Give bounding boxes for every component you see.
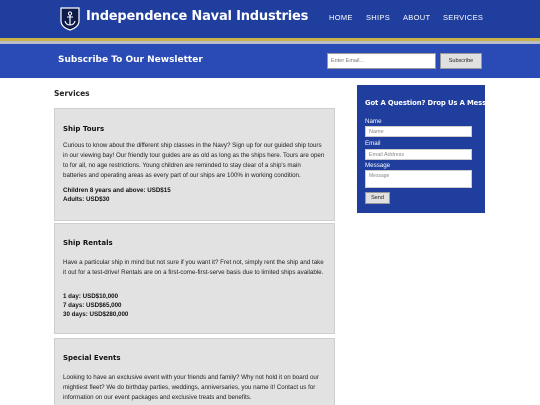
card-description: Looking to have an exclusive event with … xyxy=(63,374,319,401)
card-price: 1 day: USD$10,000 xyxy=(63,293,119,300)
card-title: Special Events xyxy=(63,354,121,362)
send-button[interactable]: Send xyxy=(365,192,390,204)
nav-about[interactable]: ABOUT xyxy=(403,13,430,22)
card-title: Ship Tours xyxy=(63,125,105,133)
subscribe-button[interactable]: Subscribe xyxy=(440,53,482,69)
service-card-special-events: Special Events Looking to have an exclus… xyxy=(54,338,335,405)
service-card-ship-tours: Ship Tours Curious to know about the dif… xyxy=(54,108,335,221)
name-label: Name xyxy=(365,118,382,125)
service-card-ship-rentals: Ship Rentals Have a particular ship in m… xyxy=(54,223,335,334)
anchor-logo-icon[interactable] xyxy=(60,7,80,31)
contact-title: Got A Question? Drop Us A Message! xyxy=(365,99,503,107)
email-field[interactable] xyxy=(365,149,472,160)
nav-home[interactable]: HOME xyxy=(329,13,353,22)
message-field[interactable] xyxy=(365,170,472,188)
nav-services[interactable]: SERVICES xyxy=(443,13,483,22)
nav-ships[interactable]: SHIPS xyxy=(366,13,390,22)
card-description: Have a particular ship in mind but not s… xyxy=(63,259,324,276)
newsletter-title: Subscribe To Our Newsletter xyxy=(58,55,203,65)
card-price: 7 days: USD$65,000 xyxy=(63,302,122,309)
message-label: Message xyxy=(365,162,391,169)
page-title: Services xyxy=(54,89,90,98)
name-field[interactable] xyxy=(365,126,472,137)
site-title[interactable]: Independence Naval Industries xyxy=(86,9,308,24)
card-price: 30 days: USD$280,000 xyxy=(63,311,129,318)
newsletter-email-input[interactable] xyxy=(327,53,436,69)
card-description: Curious to know about the different ship… xyxy=(63,142,325,179)
contact-form-panel: Got A Question? Drop Us A Message! Name … xyxy=(357,85,503,213)
email-label: Email xyxy=(365,140,381,147)
card-price: Children 8 years and above: USD$15 xyxy=(63,187,171,194)
card-title: Ship Rentals xyxy=(63,239,113,247)
card-price: Adults: USD$30 xyxy=(63,196,110,203)
